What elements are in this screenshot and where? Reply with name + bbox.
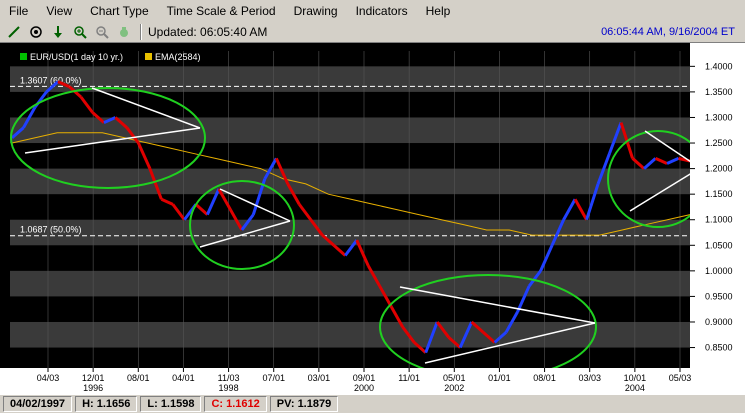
x-tick-label: 03/01 [308, 373, 331, 383]
level-label-upper: 1.3607 (60.0%) [20, 75, 82, 85]
toolbar: Updated: 06:05:40 AM 06:05:44 AM, 9/16/2… [0, 22, 745, 43]
status-low: L: 1.1598 [140, 396, 202, 412]
zoom-out-icon[interactable] [94, 24, 110, 40]
x-tick-label: 10/01 [624, 373, 647, 383]
y-tick-label: 1.3000 [705, 112, 733, 122]
x-tick-label: 04/01 [172, 373, 195, 383]
y-axis: 1.4000 1.3500 1.3000 1.2500 1.2000 1.1500 1.10… [690, 43, 745, 368]
legend-label-price: EUR/USD(1 day 10 yr.) [30, 52, 123, 62]
x-tick-label: 11/03 [218, 373, 240, 383]
toolbar-separator [140, 24, 142, 40]
x-year-label: 2004 [625, 383, 645, 393]
y-tick-label: 1.0000 [705, 266, 733, 276]
menu-file[interactable]: File [0, 4, 37, 18]
x-year-label: 2000 [354, 383, 374, 393]
x-tick-label: 08/01 [127, 373, 150, 383]
x-year-label: 1998 [219, 383, 239, 393]
legend-swatch-ema [145, 53, 152, 60]
pencil-icon[interactable] [6, 24, 22, 40]
x-tick-label: 08/01 [533, 373, 556, 383]
x-tick-label: 05/03 [669, 373, 692, 383]
y-tick-label: 1.4000 [705, 61, 733, 71]
status-pv: PV: 1.1879 [269, 396, 339, 412]
menu-chart-type[interactable]: Chart Type [81, 4, 157, 18]
x-tick-label: 04/03 [37, 373, 60, 383]
status-close: C: 1.1612 [204, 396, 267, 412]
x-tick-label: 12/01 [82, 373, 105, 383]
level-label-lower: 1.0687 (50.0%) [20, 225, 82, 235]
x-axis: 04/03 12/01 08/01 04/01 11/03 07/01 03/01 09/01… [0, 368, 745, 395]
y-tick-label: 0.9500 [705, 291, 733, 301]
y-tick-label: 1.1000 [705, 215, 733, 225]
legend-label-ema: EMA(2584) [155, 52, 201, 62]
x-tick-label: 09/01 [353, 373, 376, 383]
plot-band [10, 117, 690, 144]
menu-view[interactable]: View [37, 4, 81, 18]
arrow-down-icon[interactable] [50, 24, 66, 40]
hand-icon[interactable] [116, 24, 132, 40]
y-tick-label: 0.9000 [705, 317, 733, 327]
chart-legend: EUR/USD(1 day 10 yr.) EMA(2584) [20, 52, 201, 62]
chart-area[interactable]: 1.3607 (60.0%)1.0687 (50.0%) 1.2148 1.40… [0, 43, 745, 395]
y-tick-label: 0.8500 [705, 343, 733, 353]
menu-drawing[interactable]: Drawing [285, 4, 347, 18]
x-tick-label: 05/01 [443, 373, 466, 383]
status-bar: 04/02/1997 H: 1.1656 L: 1.1598 C: 1.1612… [0, 395, 745, 413]
target-icon[interactable] [28, 24, 44, 40]
plot-band [10, 219, 690, 246]
y-tick-label: 1.2000 [705, 164, 733, 174]
plot-band [10, 321, 690, 348]
x-tick-label: 11/01 [398, 373, 420, 383]
chart-svg[interactable]: 1.3607 (60.0%)1.0687 (50.0%) 1.2148 1.40… [0, 43, 745, 395]
x-tick-label: 01/01 [488, 373, 511, 383]
menu-bar: File View Chart Type Time Scale & Period… [0, 0, 745, 22]
zoom-in-icon[interactable] [72, 24, 88, 40]
menu-indicators[interactable]: Indicators [347, 4, 417, 18]
x-year-label: 2002 [444, 383, 464, 393]
menu-time-scale[interactable]: Time Scale & Period [158, 4, 285, 18]
x-tick-label: 03/03 [578, 373, 601, 383]
y-tick-label: 1.2500 [705, 138, 733, 148]
menu-help[interactable]: Help [417, 4, 460, 18]
updated-time: Updated: 06:05:40 AM [148, 25, 268, 39]
plot-band [10, 168, 690, 195]
x-year-label: 1996 [83, 383, 103, 393]
y-tick-label: 1.1500 [705, 189, 733, 199]
clock-readout: 06:05:44 AM, 9/16/2004 ET [601, 26, 735, 38]
x-tick-label: 07/01 [262, 373, 285, 383]
status-high: H: 1.1656 [75, 396, 138, 412]
plot-band [10, 270, 690, 297]
y-tick-label: 1.3500 [705, 87, 733, 97]
y-tick-label: 1.0500 [705, 240, 733, 250]
status-date: 04/02/1997 [3, 396, 73, 412]
legend-swatch-price [20, 53, 27, 60]
